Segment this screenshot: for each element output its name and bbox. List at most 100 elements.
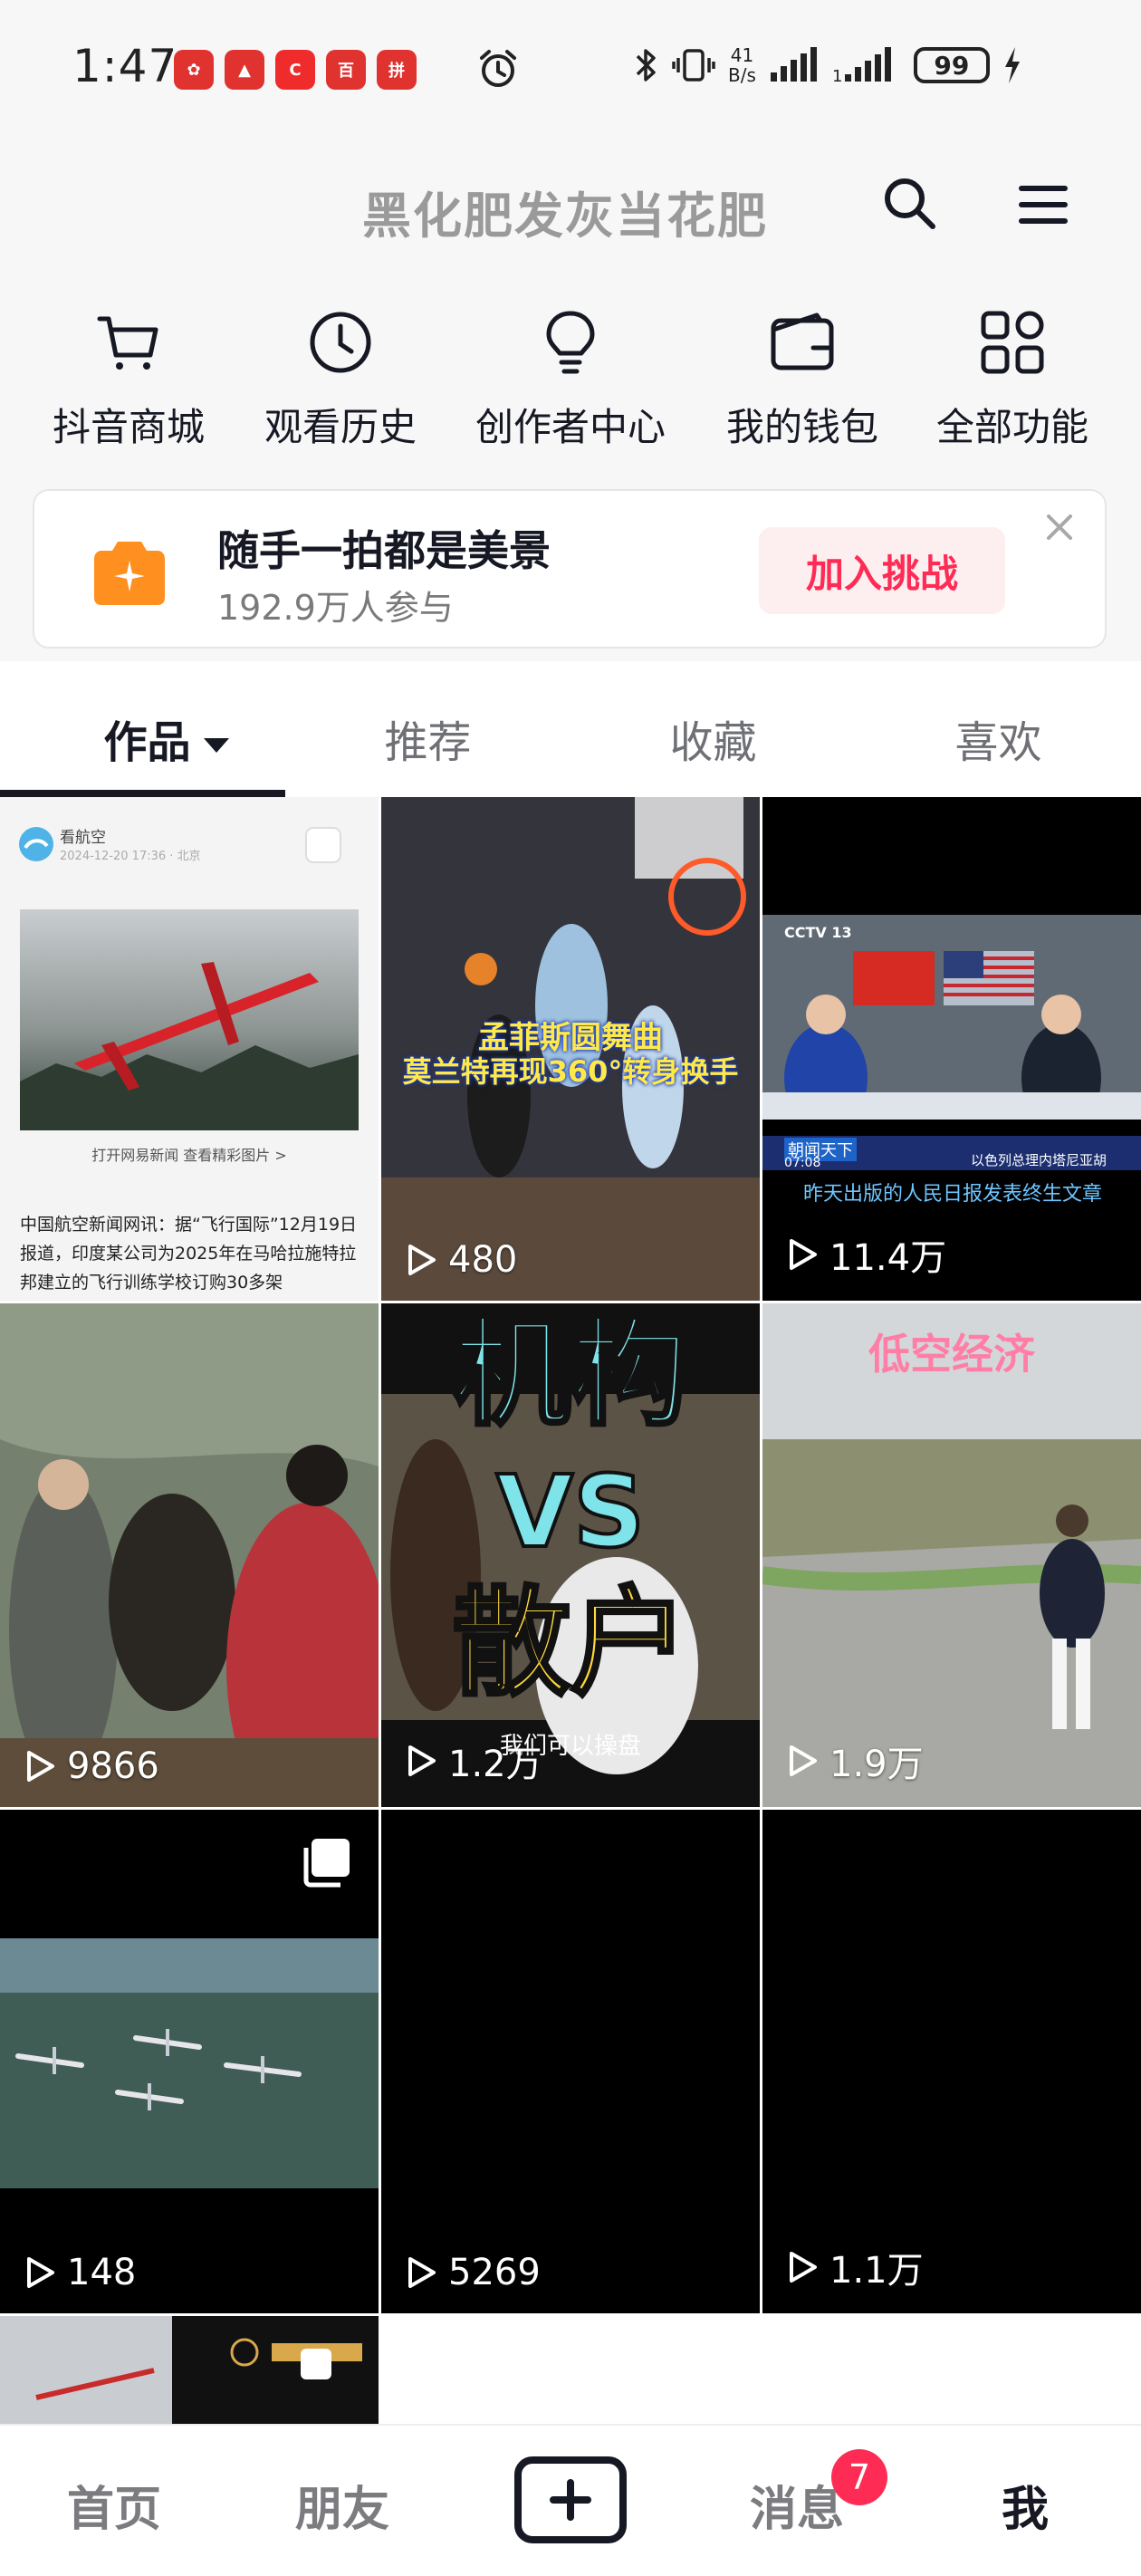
play-count: 1.2万 — [403, 1735, 542, 1787]
play-count: 480 — [403, 1239, 517, 1281]
play-icon — [790, 1239, 817, 1270]
join-challenge-button[interactable]: 加入挑战 — [759, 527, 1005, 614]
play-count-value: 1.2万 — [448, 1744, 542, 1785]
tab-favorites[interactable]: 收藏 — [570, 706, 856, 770]
video-big-text-1: 机构 — [451, 1303, 690, 1443]
app-notification-icon: 百 — [326, 50, 366, 90]
camera-icon — [94, 542, 165, 605]
quick-item-shop[interactable]: 抖音商城 — [20, 308, 237, 452]
battery-indicator: 99 — [913, 47, 990, 83]
video-big-text-3: 散户 — [451, 1573, 690, 1713]
play-icon — [408, 1745, 436, 1776]
charging-icon — [1004, 47, 1020, 83]
status-indicators: 41 B/s 1 99 — [632, 45, 1022, 85]
grid-item[interactable]: 1.1万 — [762, 1810, 1141, 2313]
article-body: 中国航空新闻网讯：据“飞行国际”12月19日报道，印度某公司为2025年在马哈拉… — [20, 1215, 358, 1293]
lightbulb-icon — [546, 311, 595, 374]
search-hint-text[interactable]: 黑化肥发灰当花肥 — [362, 176, 768, 247]
quick-item-creator[interactable]: 创作者中心 — [462, 308, 679, 452]
tab-label: 收藏 — [669, 717, 757, 768]
source-meta: 2024-12-20 17:36 · 北京 — [60, 850, 201, 863]
challenge-participants: 192.9万人参与 — [217, 588, 454, 628]
airplane-photo — [20, 909, 359, 1130]
news-broadcast-thumbnail — [762, 915, 1141, 1120]
play-count: 11.4万 — [784, 1228, 946, 1281]
bottom-nav: 首页 朋友 消息 7 我 — [0, 2424, 1141, 2576]
quick-item-label: 创作者中心 — [475, 405, 666, 449]
play-icon — [27, 1751, 54, 1782]
menu-icon[interactable] — [1018, 183, 1069, 226]
play-count-value: 5269 — [448, 2252, 541, 2293]
quick-item-wallet[interactable]: 我的钱包 — [694, 308, 911, 452]
create-button[interactable] — [514, 2456, 627, 2543]
nav-home[interactable]: 首页 — [24, 2471, 205, 2539]
play-icon — [408, 2257, 436, 2288]
tab-label: 推荐 — [384, 717, 472, 768]
search-icon[interactable] — [880, 174, 938, 232]
app-notification-icon: C — [275, 50, 315, 90]
grid-item[interactable] — [0, 2316, 379, 2427]
open-news-link[interactable]: 打开网易新闻 查看精彩图片 > — [0, 1143, 379, 1165]
play-icon — [27, 2257, 54, 2288]
challenge-card[interactable]: 随手一拍都是美景 192.9万人参与 加入挑战 — [33, 489, 1107, 649]
play-count-value: 148 — [67, 2252, 137, 2293]
grid-item[interactable]: 孟菲斯圆舞曲 莫兰特再现360°转身换手 480 — [381, 797, 760, 1301]
video-grid: 看航空 2024-12-20 17:36 · 北京 打开网易新闻 查看精彩图片 … — [0, 797, 1141, 2427]
play-count-value: 9866 — [67, 1745, 159, 1787]
source-name: 看航空 — [60, 829, 106, 847]
video-caption-2: 莫兰特再现360°转身换手 — [402, 1054, 739, 1089]
grid-item[interactable]: 看航空 2024-12-20 17:36 · 北京 打开网易新闻 查看精彩图片 … — [0, 797, 379, 1301]
status-time: 1:47 — [72, 40, 178, 92]
app-notification-icon: ✿ — [174, 50, 214, 90]
channel-logo: CCTV 13 — [784, 924, 852, 941]
multi-image-icon — [301, 2349, 331, 2379]
nav-me[interactable]: 我 — [935, 2471, 1116, 2539]
play-count-value: 11.4万 — [829, 1237, 947, 1279]
grid-item[interactable]: 148 — [0, 1810, 379, 2313]
play-count-value: 1.9万 — [829, 1744, 924, 1785]
quick-item-label: 观看历史 — [264, 405, 417, 449]
tab-likes[interactable]: 喜欢 — [856, 706, 1141, 770]
clock-icon — [310, 312, 371, 373]
messages-badge: 7 — [831, 2449, 887, 2505]
play-count: 9866 — [22, 1745, 159, 1787]
quick-functions: 抖音商城 观看历史 创作者中心 我的钱包 全部功能 — [0, 281, 1141, 462]
tab-works[interactable]: 作品 — [24, 706, 309, 770]
grid-item[interactable]: 5269 — [381, 1810, 760, 2313]
grid-item[interactable]: CCTV 13 朝闻天下 07:08 以色列总理内塔尼亚胡 昨天出版的人民日报发… — [762, 797, 1141, 1301]
tab-label: 作品 — [103, 717, 191, 768]
grid-icon — [981, 311, 1044, 374]
close-icon[interactable] — [1041, 509, 1078, 545]
play-count-value: 480 — [448, 1239, 518, 1281]
tab-recommended[interactable]: 推荐 — [285, 706, 570, 770]
caret-down-icon — [203, 738, 229, 753]
net-speed-unit: B/s — [728, 64, 756, 86]
play-count: 5269 — [403, 2252, 541, 2293]
video-overlay-title: 低空经济 — [868, 1330, 1035, 1379]
grid-item[interactable]: 9866 — [0, 1303, 379, 1807]
signal-icon: 1 — [832, 47, 891, 83]
net-speed: 41 B/s — [728, 45, 756, 85]
plus-icon — [550, 2479, 591, 2521]
quick-item-history[interactable]: 观看历史 — [232, 308, 449, 452]
multi-image-icon — [303, 1839, 350, 1888]
svg-text:1: 1 — [832, 67, 842, 83]
alarm-icon — [480, 50, 516, 87]
drama-scene-thumbnail — [0, 1303, 379, 1807]
app-notification-icon: ▲ — [225, 50, 264, 90]
notification-app-icons: ✿ ▲ C 百 拼 — [174, 50, 417, 90]
wallet-icon — [771, 312, 834, 370]
play-count: 1.9万 — [784, 1735, 924, 1787]
net-speed-value: 41 — [730, 44, 754, 66]
play-icon — [790, 1745, 817, 1776]
quick-item-all-features[interactable]: 全部功能 — [904, 308, 1121, 452]
grid-item[interactable]: 机构 VS 散户 我们可以操盘 1.2万 — [381, 1303, 760, 1807]
video-big-text-2: VS — [494, 1454, 647, 1570]
grid-item[interactable]: 低空经济 1.9万 — [762, 1303, 1141, 1807]
play-icon — [790, 2252, 817, 2283]
tab-label: 喜欢 — [954, 717, 1042, 768]
header: 黑化肥发灰当花肥 — [0, 136, 1141, 281]
nav-friends[interactable]: 朋友 — [252, 2471, 433, 2539]
vibrate-icon — [672, 49, 715, 82]
ticker-text: 以色列总理内塔尼亚胡 — [971, 1152, 1107, 1168]
